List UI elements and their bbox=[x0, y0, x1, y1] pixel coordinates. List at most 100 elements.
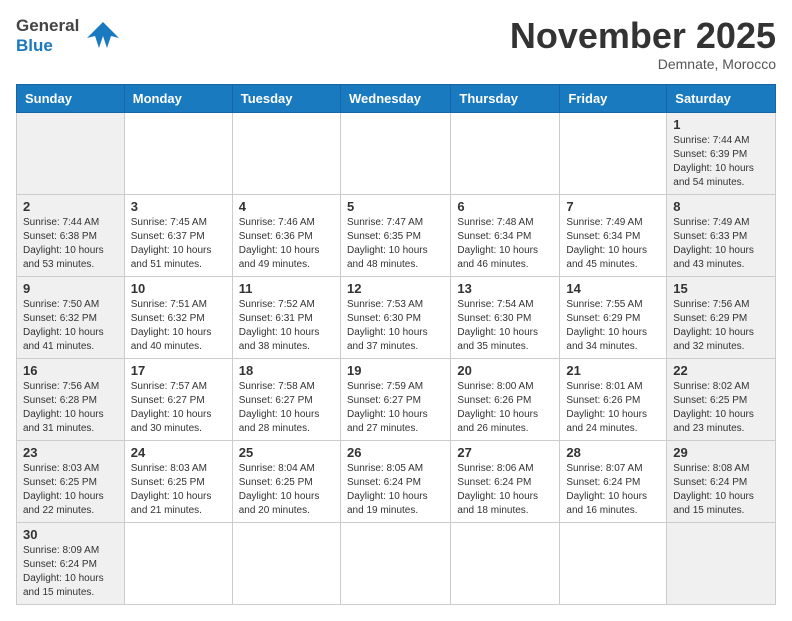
day-info: Sunrise: 8:03 AM Sunset: 6:25 PM Dayligh… bbox=[131, 462, 226, 518]
day-number: 25 bbox=[239, 445, 334, 460]
logo-bird-icon bbox=[85, 18, 121, 54]
weekday-header-row: SundayMondayTuesdayWednesdayThursdayFrid… bbox=[17, 84, 776, 112]
table-row: 17Sunrise: 7:57 AM Sunset: 6:27 PM Dayli… bbox=[124, 358, 232, 440]
day-info: Sunrise: 7:54 AM Sunset: 6:30 PM Dayligh… bbox=[457, 298, 553, 354]
day-info: Sunrise: 7:48 AM Sunset: 6:34 PM Dayligh… bbox=[457, 216, 553, 272]
table-row: 2 Sunrise: 7:44 AM Sunset: 6:38 PM Daylig… bbox=[17, 194, 125, 276]
table-row: 27 Sunrise: 8:06 AM Sunset: 6:24 PM Dayli… bbox=[451, 440, 560, 522]
day-info: Sunrise: 7:52 AM Sunset: 6:31 PM Dayligh… bbox=[239, 298, 334, 354]
logo-blue: Blue bbox=[16, 36, 79, 56]
table-row: 8 Sunrise: 7:49 AM Sunset: 6:33 PM Daylig… bbox=[667, 194, 776, 276]
header: General Blue November 2025 Demnate, Moro… bbox=[16, 16, 776, 72]
table-row: 22 Sunrise: 8:02 AM Sunset: 6:25 PM Dayli… bbox=[667, 358, 776, 440]
table-row: 12 Sunrise: 7:53 AM Sunset: 6:30 PM Dayli… bbox=[340, 276, 450, 358]
table-row: 19Sunrise: 7:59 AM Sunset: 6:27 PM Dayli… bbox=[340, 358, 450, 440]
table-row bbox=[232, 522, 340, 604]
weekday-header-wednesday: Wednesday bbox=[340, 84, 450, 112]
day-number: 2 bbox=[23, 199, 118, 214]
day-number: 30 bbox=[23, 527, 118, 542]
day-info: Sunrise: 7:46 AM Sunset: 6:36 PM Dayligh… bbox=[239, 216, 334, 272]
table-row bbox=[17, 112, 125, 194]
day-info: Sunrise: 7:50 AM Sunset: 6:32 PM Dayligh… bbox=[23, 298, 118, 354]
day-number: 16 bbox=[23, 363, 118, 378]
table-row bbox=[340, 522, 450, 604]
day-info: Sunrise: 8:07 AM Sunset: 6:24 PM Dayligh… bbox=[566, 462, 660, 518]
day-info: Sunrise: 7:58 AM Sunset: 6:27 PM Dayligh… bbox=[239, 380, 334, 436]
day-number: 15 bbox=[673, 281, 769, 296]
table-row bbox=[124, 112, 232, 194]
table-row: 24 Sunrise: 8:03 AM Sunset: 6:25 PM Dayli… bbox=[124, 440, 232, 522]
table-row: 18 Sunrise: 7:58 AM Sunset: 6:27 PM Dayli… bbox=[232, 358, 340, 440]
table-row: 29 Sunrise: 8:08 AM Sunset: 6:24 PM Dayli… bbox=[667, 440, 776, 522]
day-info: Sunrise: 8:05 AM Sunset: 6:24 PM Dayligh… bbox=[347, 462, 444, 518]
day-number: 12 bbox=[347, 281, 444, 296]
table-row: 15 Sunrise: 7:56 AM Sunset: 6:29 PM Dayli… bbox=[667, 276, 776, 358]
weekday-header-saturday: Saturday bbox=[667, 84, 776, 112]
day-info: Sunrise: 8:06 AM Sunset: 6:24 PM Dayligh… bbox=[457, 462, 553, 518]
day-number: 20 bbox=[457, 363, 553, 378]
day-number: 8 bbox=[673, 199, 769, 214]
table-row: 4 Sunrise: 7:46 AM Sunset: 6:36 PM Daylig… bbox=[232, 194, 340, 276]
table-row bbox=[451, 522, 560, 604]
day-info: Sunrise: 7:49 AM Sunset: 6:34 PM Dayligh… bbox=[566, 216, 660, 272]
day-number: 6 bbox=[457, 199, 553, 214]
table-row bbox=[340, 112, 450, 194]
day-info: Sunrise: 7:44 AM Sunset: 6:39 PM Dayligh… bbox=[673, 134, 769, 190]
weekday-header-friday: Friday bbox=[560, 84, 667, 112]
table-row: 6 Sunrise: 7:48 AM Sunset: 6:34 PM Daylig… bbox=[451, 194, 560, 276]
day-info: Sunrise: 7:56 AM Sunset: 6:29 PM Dayligh… bbox=[673, 298, 769, 354]
day-info: Sunrise: 7:59 AM Sunset: 6:27 PM Dayligh… bbox=[347, 380, 444, 436]
day-number: 22 bbox=[673, 363, 769, 378]
table-row: 25 Sunrise: 8:04 AM Sunset: 6:25 PM Dayli… bbox=[232, 440, 340, 522]
table-row: 9 Sunrise: 7:50 AM Sunset: 6:32 PM Daylig… bbox=[17, 276, 125, 358]
table-row: 1 Sunrise: 7:44 AM Sunset: 6:39 PM Daylig… bbox=[667, 112, 776, 194]
table-row bbox=[560, 112, 667, 194]
day-number: 29 bbox=[673, 445, 769, 460]
table-row bbox=[451, 112, 560, 194]
day-number: 21 bbox=[566, 363, 660, 378]
day-number: 14 bbox=[566, 281, 660, 296]
day-info: Sunrise: 8:01 AM Sunset: 6:26 PM Dayligh… bbox=[566, 380, 660, 436]
day-number: 11 bbox=[239, 281, 334, 296]
day-number: 18 bbox=[239, 363, 334, 378]
day-info: Sunrise: 8:02 AM Sunset: 6:25 PM Dayligh… bbox=[673, 380, 769, 436]
day-number: 26 bbox=[347, 445, 444, 460]
day-number: 24 bbox=[131, 445, 226, 460]
day-info: Sunrise: 8:00 AM Sunset: 6:26 PM Dayligh… bbox=[457, 380, 553, 436]
week-row-5: 23Sunrise: 8:03 AM Sunset: 6:25 PM Dayli… bbox=[17, 440, 776, 522]
day-number: 9 bbox=[23, 281, 118, 296]
day-info: Sunrise: 7:53 AM Sunset: 6:30 PM Dayligh… bbox=[347, 298, 444, 354]
table-row: 13 Sunrise: 7:54 AM Sunset: 6:30 PM Dayli… bbox=[451, 276, 560, 358]
logo-general: General bbox=[16, 16, 79, 36]
table-row bbox=[667, 522, 776, 604]
week-row-4: 16Sunrise: 7:56 AM Sunset: 6:28 PM Dayli… bbox=[17, 358, 776, 440]
week-row-6: 30 Sunrise: 8:09 AM Sunset: 6:24 PM Dayli… bbox=[17, 522, 776, 604]
table-row bbox=[124, 522, 232, 604]
day-number: 3 bbox=[131, 199, 226, 214]
table-row: 5Sunrise: 7:47 AM Sunset: 6:35 PM Daylig… bbox=[340, 194, 450, 276]
day-number: 7 bbox=[566, 199, 660, 214]
weekday-header-sunday: Sunday bbox=[17, 84, 125, 112]
table-row bbox=[232, 112, 340, 194]
table-row bbox=[560, 522, 667, 604]
day-info: Sunrise: 7:51 AM Sunset: 6:32 PM Dayligh… bbox=[131, 298, 226, 354]
day-info: Sunrise: 7:44 AM Sunset: 6:38 PM Dayligh… bbox=[23, 216, 118, 272]
weekday-header-tuesday: Tuesday bbox=[232, 84, 340, 112]
day-number: 4 bbox=[239, 199, 334, 214]
day-info: Sunrise: 7:55 AM Sunset: 6:29 PM Dayligh… bbox=[566, 298, 660, 354]
day-number: 10 bbox=[131, 281, 226, 296]
table-row: 26 Sunrise: 8:05 AM Sunset: 6:24 PM Dayli… bbox=[340, 440, 450, 522]
table-row: 3Sunrise: 7:45 AM Sunset: 6:37 PM Daylig… bbox=[124, 194, 232, 276]
day-number: 5 bbox=[347, 199, 444, 214]
day-info: Sunrise: 8:08 AM Sunset: 6:24 PM Dayligh… bbox=[673, 462, 769, 518]
day-info: Sunrise: 8:09 AM Sunset: 6:24 PM Dayligh… bbox=[23, 544, 118, 600]
day-info: Sunrise: 8:04 AM Sunset: 6:25 PM Dayligh… bbox=[239, 462, 334, 518]
day-number: 13 bbox=[457, 281, 553, 296]
day-number: 27 bbox=[457, 445, 553, 460]
week-row-2: 2 Sunrise: 7:44 AM Sunset: 6:38 PM Daylig… bbox=[17, 194, 776, 276]
week-row-3: 9 Sunrise: 7:50 AM Sunset: 6:32 PM Daylig… bbox=[17, 276, 776, 358]
day-number: 28 bbox=[566, 445, 660, 460]
day-number: 1 bbox=[673, 117, 769, 132]
day-info: Sunrise: 7:49 AM Sunset: 6:33 PM Dayligh… bbox=[673, 216, 769, 272]
title-block: November 2025 Demnate, Morocco bbox=[510, 16, 776, 72]
